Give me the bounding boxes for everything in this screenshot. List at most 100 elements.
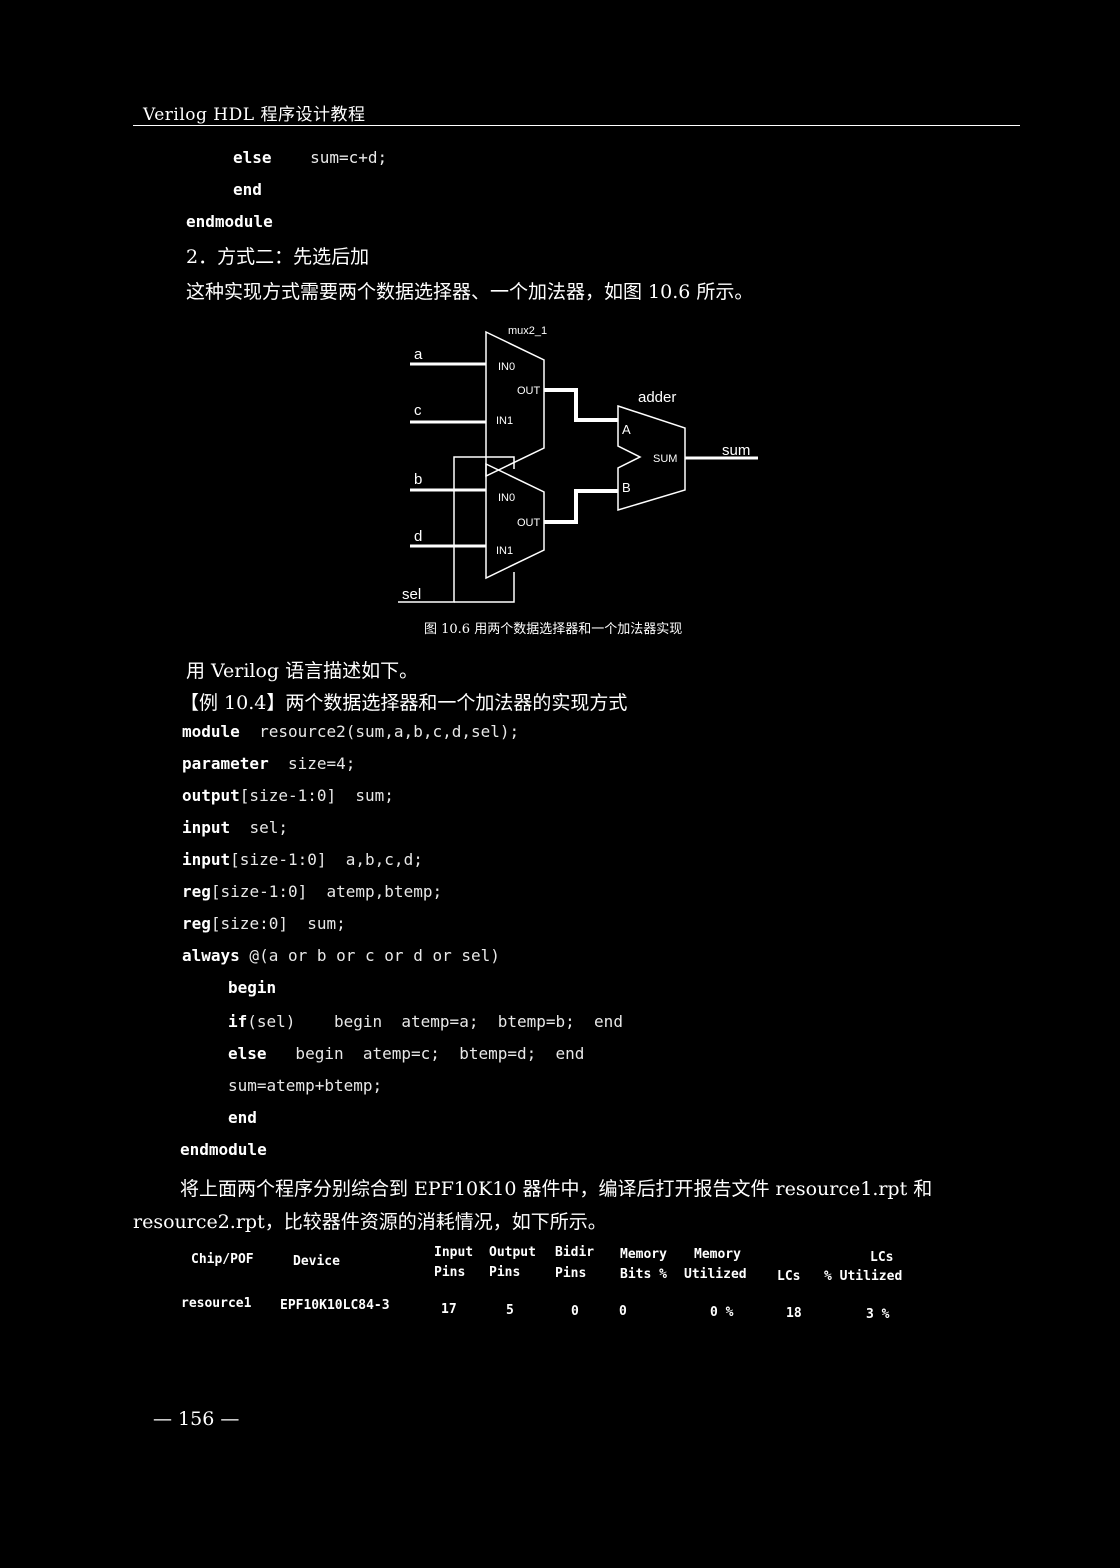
code-keyword: endmodule	[186, 212, 273, 231]
code-line: end	[228, 1108, 257, 1127]
input-a-label: a	[414, 346, 423, 363]
example-title: 【例 10.4】两个数据选择器和一个加法器的实现方式	[180, 692, 628, 714]
table-cell: 0	[619, 1304, 627, 1319]
code-keyword: module	[182, 722, 240, 741]
input-c-label: c	[414, 402, 422, 419]
input-b-label: b	[414, 471, 422, 488]
table-cell: resource1	[181, 1296, 252, 1311]
table-header: Bidir	[555, 1245, 595, 1260]
code-keyword: if	[228, 1012, 248, 1031]
closing-paragraph-line1: 将上面两个程序分别综合到 EPF10K10 器件中，编译后打开报告文件 reso…	[180, 1178, 933, 1200]
table-header: Pins	[489, 1265, 521, 1280]
code-line: input sel;	[182, 818, 288, 837]
table-header: Bits %	[620, 1267, 667, 1282]
code-keyword: end	[233, 180, 262, 199]
code-keyword: input	[182, 818, 231, 837]
table-cell: EPF10K10LC84-3	[280, 1298, 390, 1313]
code-text: [size-1:0] a,b,c,d;	[230, 850, 423, 869]
mux1-in0: IN0	[498, 361, 515, 373]
code-text: resource2(sum,a,b,c,d,sel);	[239, 722, 520, 741]
mux1-out: OUT	[517, 385, 541, 397]
code-line: end	[233, 180, 262, 199]
header-rule	[133, 125, 1020, 126]
code-text: sel;	[230, 818, 288, 837]
table-header: Memory	[620, 1247, 667, 1262]
table-header: % Utilized	[824, 1269, 903, 1284]
code-keyword: parameter	[182, 754, 269, 773]
table-cell: 0 %	[710, 1305, 734, 1320]
table-header: Chip/POF	[191, 1252, 254, 1267]
code-text: @(a or b or c or d or sel)	[239, 946, 500, 965]
wire-sel-lower	[454, 572, 515, 603]
code-line: always @(a or b or c or d or sel)	[182, 946, 500, 965]
describe-paragraph: 用 Verilog 语言描述如下。	[186, 660, 419, 682]
wire-mux2-out	[544, 489, 618, 524]
adder-port-b: B	[622, 480, 631, 495]
code-keyword: always	[182, 946, 240, 965]
code-line: if(sel) begin atemp=a; btemp=b; end	[228, 1012, 623, 1031]
mux-label: mux2_1	[508, 325, 547, 337]
mux-upper-shape	[485, 330, 545, 478]
code-line: else sum=c+d;	[233, 148, 387, 167]
mux2-out: OUT	[517, 517, 541, 529]
code-line: reg[size-1:0] atemp,btemp;	[182, 882, 442, 901]
code-line: output[size-1:0] sum;	[182, 786, 394, 805]
adder-label: adder	[638, 389, 676, 406]
table-cell: 5	[506, 1303, 514, 1318]
code-line: endmodule	[186, 212, 273, 231]
code-line: reg[size:0] sum;	[182, 914, 346, 933]
table-header: Pins	[555, 1266, 587, 1281]
code-text: (sel) begin atemp=a; btemp=b; end	[247, 1012, 623, 1031]
adder-port-a: A	[622, 422, 631, 437]
output-sum-label: sum	[722, 442, 750, 459]
code-line: parameter size=4;	[182, 754, 355, 773]
code-line: else begin atemp=c; btemp=d; end	[228, 1044, 584, 1063]
code-text: sum=c+d;	[271, 148, 388, 167]
code-keyword: reg	[182, 882, 211, 901]
code-text: [size-1:0] atemp,btemp;	[210, 882, 443, 901]
table-header: Memory	[694, 1247, 741, 1262]
code-keyword: input	[182, 850, 231, 869]
code-line: begin	[228, 978, 276, 997]
table-cell: 18	[786, 1306, 802, 1321]
code-line: module resource2(sum,a,b,c,d,sel);	[182, 722, 519, 741]
code-line: endmodule	[180, 1140, 267, 1159]
table-cell: 3 %	[866, 1307, 890, 1322]
code-keyword: endmodule	[180, 1140, 267, 1159]
mux2-in0: IN0	[498, 492, 515, 504]
code-line: sum=atemp+btemp;	[228, 1076, 382, 1095]
section-heading: 2．方式二：先选后加	[186, 246, 370, 268]
adder-port-sum: SUM	[653, 453, 677, 465]
table-header: Device	[293, 1254, 340, 1269]
code-text: begin atemp=c; btemp=d; end	[266, 1044, 585, 1063]
table-cell: 17	[441, 1302, 457, 1317]
figure-caption: 图 10.6 用两个数据选择器和一个加法器实现	[424, 622, 683, 637]
closing-paragraph-line2: resource2.rpt，比较器件资源的消耗情况，如下所示。	[133, 1211, 607, 1233]
page-number: — 156 —	[153, 1408, 240, 1430]
code-keyword: output	[182, 786, 240, 805]
code-text: [size-1:0] sum;	[239, 786, 394, 805]
code-keyword: else	[228, 1044, 267, 1063]
table-header: Input	[434, 1245, 474, 1260]
input-sel-label: sel	[402, 586, 421, 603]
mux2-in1: IN1	[496, 545, 513, 557]
code-keyword: reg	[182, 914, 211, 933]
code-keyword: begin	[228, 978, 277, 997]
code-line: input[size-1:0] a,b,c,d;	[182, 850, 423, 869]
table-header: Output	[489, 1245, 536, 1260]
table-header: Utilized	[684, 1267, 747, 1282]
table-cell: 0	[571, 1304, 579, 1319]
table-header: LCs	[777, 1269, 801, 1284]
intro-paragraph: 这种实现方式需要两个数据选择器、一个加法器，如图 10.6 所示。	[186, 281, 754, 303]
circuit-diagram: mux2_1 adder a c b d sel IN0 IN1 OUT IN0…	[398, 325, 758, 603]
table-header: Pins	[434, 1265, 466, 1280]
code-text: sum=atemp+btemp;	[228, 1076, 383, 1095]
code-text: size=4;	[268, 754, 356, 773]
table-header: LCs	[870, 1250, 894, 1265]
wire-mux1-out	[544, 388, 618, 422]
input-d-label: d	[414, 528, 422, 545]
code-keyword: end	[228, 1108, 257, 1127]
mux1-in1: IN1	[496, 415, 513, 427]
code-keyword: else	[233, 148, 272, 167]
code-text: [size:0] sum;	[210, 914, 346, 933]
